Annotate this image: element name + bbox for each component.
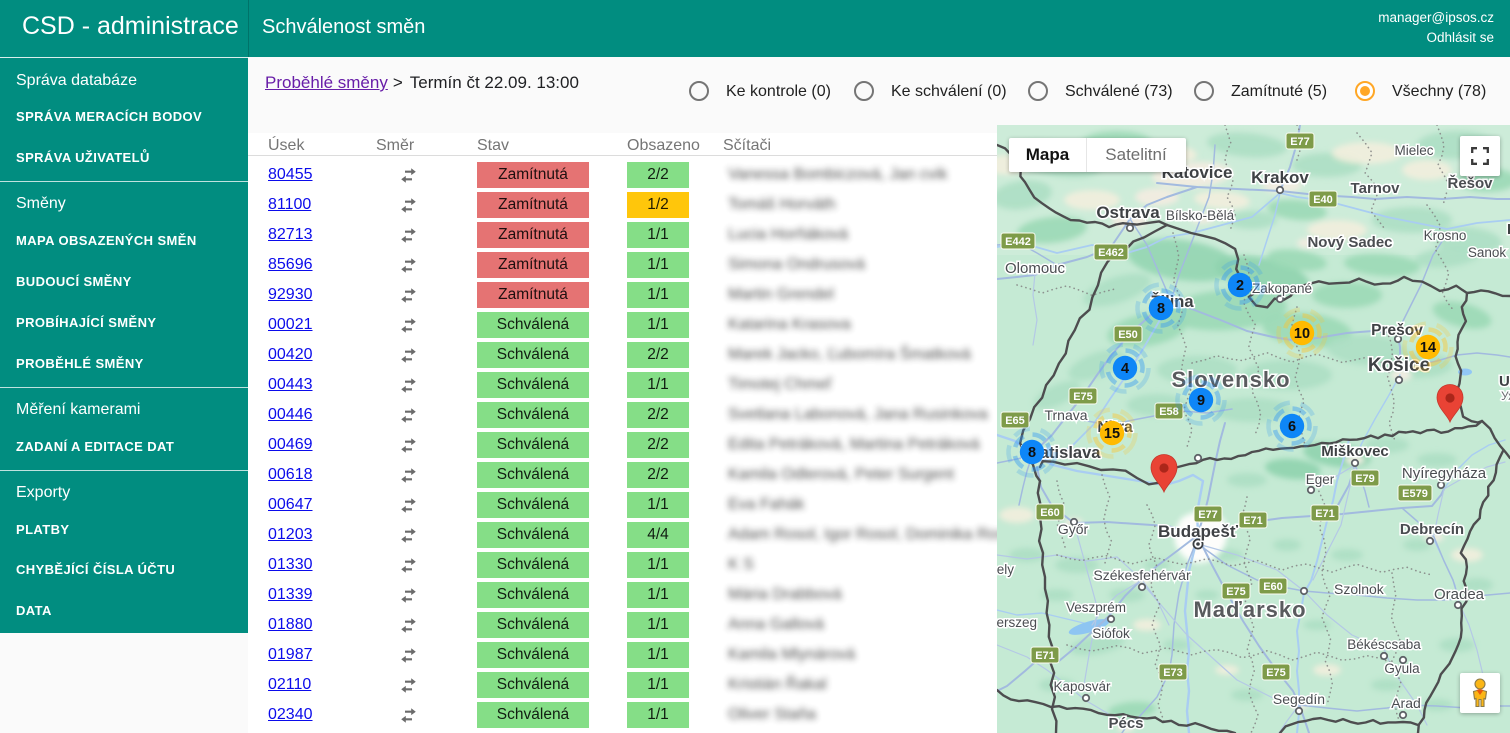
- svg-text:Maďarsko: Maďarsko: [1193, 597, 1306, 622]
- svg-text:14: 14: [1420, 340, 1436, 356]
- svg-text:8: 8: [1028, 445, 1036, 461]
- svg-text:Kaposvár: Kaposvár: [1053, 679, 1111, 694]
- svg-text:E58: E58: [1159, 406, 1179, 418]
- svg-text:Bílsko-Bělá: Bílsko-Bělá: [1166, 208, 1235, 223]
- svg-text:Trnava: Trnava: [1044, 407, 1087, 423]
- svg-text:Ostrava: Ostrava: [1096, 203, 1160, 222]
- svg-text:Budapešť: Budapešť: [1158, 522, 1239, 541]
- svg-text:Segedín: Segedín: [1273, 691, 1325, 707]
- svg-text:Gyula: Gyula: [1384, 661, 1420, 676]
- svg-text:Olomouc: Olomouc: [1005, 260, 1066, 277]
- svg-text:E71: E71: [1035, 650, 1055, 662]
- svg-text:E73: E73: [1163, 667, 1183, 679]
- svg-text:E65: E65: [1005, 415, 1025, 427]
- svg-text:Tarnov: Tarnov: [1351, 180, 1401, 197]
- svg-text:E60: E60: [1263, 581, 1283, 593]
- svg-text:Řešov: Řešov: [1447, 174, 1493, 192]
- svg-text:E40: E40: [1313, 194, 1333, 206]
- svg-text:Eger: Eger: [1306, 472, 1335, 487]
- svg-text:Debrecín: Debrecín: [1400, 521, 1464, 538]
- svg-text:E442: E442: [1005, 236, 1031, 248]
- svg-text:E75: E75: [1226, 586, 1246, 598]
- svg-text:E75: E75: [1266, 667, 1286, 679]
- svg-text:Miškovec: Miškovec: [1321, 443, 1389, 460]
- svg-text:Sanok: Sanok: [1468, 245, 1507, 260]
- svg-text:Győr: Győr: [1058, 521, 1089, 537]
- svg-text:Oradea: Oradea: [1434, 586, 1485, 603]
- svg-text:E79: E79: [1355, 473, 1375, 485]
- svg-text:Košice: Košice: [1368, 355, 1430, 376]
- svg-text:E77: E77: [1290, 136, 1310, 148]
- svg-text:Szombathely: Szombathely: [997, 562, 1014, 577]
- svg-text:8: 8: [1157, 301, 1165, 317]
- svg-text:15: 15: [1104, 426, 1120, 442]
- svg-text:Veszprém: Veszprém: [1066, 600, 1126, 615]
- svg-text:2: 2: [1236, 278, 1244, 294]
- svg-text:Ужгород: Ужгород: [1501, 389, 1510, 403]
- svg-text:Arad: Arad: [1391, 695, 1421, 711]
- svg-text:6: 6: [1288, 419, 1296, 435]
- svg-text:E77: E77: [1198, 509, 1218, 521]
- svg-text:Zalaegerszeg: Zalaegerszeg: [997, 615, 1037, 630]
- svg-text:Užhorod: Užhorod: [1499, 373, 1510, 390]
- svg-text:E71: E71: [1315, 508, 1335, 520]
- svg-text:E462: E462: [1098, 247, 1124, 259]
- svg-text:Siófok: Siófok: [1092, 626, 1130, 641]
- svg-text:E71: E71: [1243, 515, 1263, 527]
- svg-text:Nový Sadec: Nový Sadec: [1307, 234, 1392, 251]
- svg-text:Krosno: Krosno: [1424, 228, 1467, 243]
- svg-text:Székesfehérvár: Székesfehérvár: [1093, 567, 1191, 583]
- svg-text:9: 9: [1197, 393, 1205, 409]
- svg-text:Krakov: Krakov: [1251, 168, 1309, 187]
- svg-text:4: 4: [1121, 361, 1129, 377]
- svg-text:E579: E579: [1402, 488, 1428, 500]
- svg-text:10: 10: [1294, 326, 1310, 342]
- svg-text:Mielec: Mielec: [1394, 143, 1433, 158]
- svg-text:E75: E75: [1073, 391, 1093, 403]
- svg-text:Nyíregyháza: Nyíregyháza: [1402, 465, 1487, 482]
- svg-text:Szolnok: Szolnok: [1334, 581, 1385, 597]
- svg-text:E60: E60: [1040, 507, 1060, 519]
- svg-text:E50: E50: [1118, 329, 1138, 341]
- svg-text:Pécs: Pécs: [1108, 715, 1143, 732]
- svg-text:Békéscsaba: Békéscsaba: [1347, 637, 1421, 652]
